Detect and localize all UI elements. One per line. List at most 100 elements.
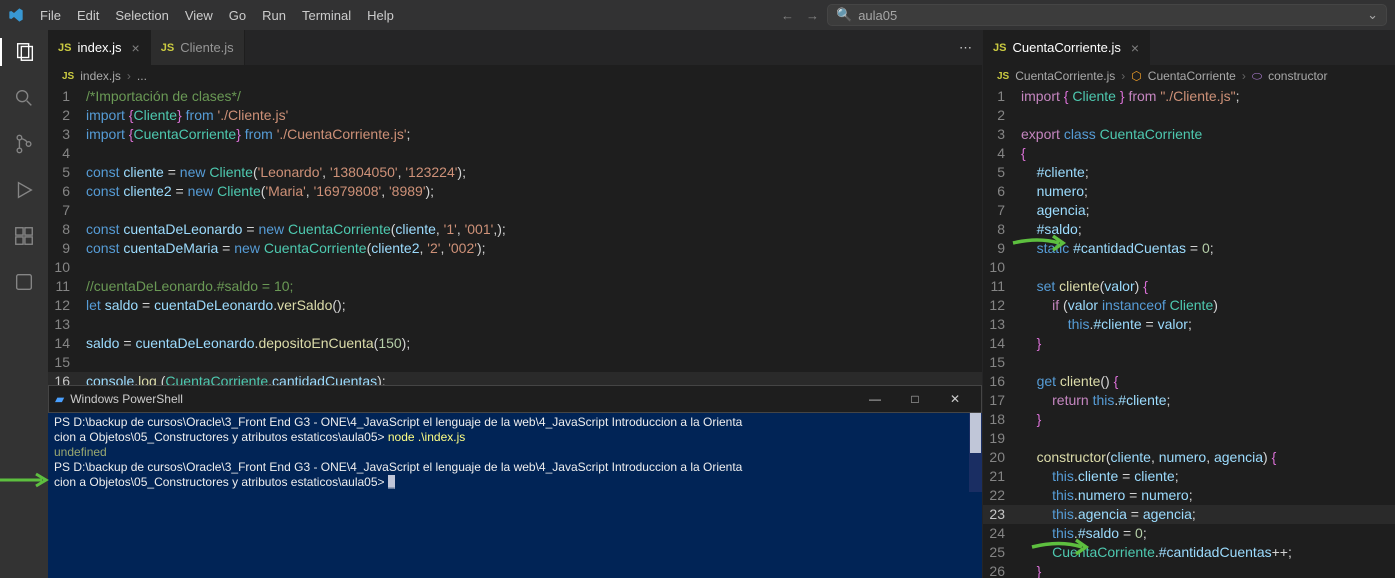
close-icon[interactable]: × — [132, 40, 140, 56]
editor-group-left: JS index.js × JS Cliente.js ⋯ JS index.js › … — [48, 30, 983, 578]
code-line[interactable]: 14 } — [983, 334, 1395, 353]
js-icon: JS — [997, 71, 1009, 82]
terminal-maximize[interactable]: □ — [895, 392, 935, 407]
code-line[interactable]: 11//cuentaDeLeonardo.#saldo = 10; — [48, 277, 982, 296]
method-icon: ⬭ — [1252, 69, 1262, 84]
menu-terminal[interactable]: Terminal — [294, 4, 359, 27]
explorer-icon[interactable] — [0, 38, 48, 66]
code-line[interactable]: 10 — [983, 258, 1395, 277]
editor-group-right: JS CuentaCorriente.js × JS CuentaCorriente… — [983, 30, 1395, 578]
close-icon[interactable]: × — [1131, 40, 1139, 56]
nav-forward-icon[interactable]: → — [806, 8, 819, 23]
code-line[interactable]: 4{ — [983, 144, 1395, 163]
nav-back-icon[interactable]: ← — [781, 8, 794, 23]
code-line[interactable]: 13 this.#cliente = valor; — [983, 315, 1395, 334]
misc-icon[interactable] — [10, 268, 38, 296]
tab[interactable]: JS CuentaCorriente.js × — [983, 30, 1150, 65]
code-line[interactable]: 2 — [983, 106, 1395, 125]
menu-edit[interactable]: Edit — [69, 4, 107, 27]
search-icon[interactable] — [10, 84, 38, 112]
terminal-title: Windows PowerShell — [70, 392, 183, 407]
tab-label: Cliente.js — [180, 40, 233, 55]
class-icon: ⬡ — [1131, 69, 1141, 83]
code-line[interactable]: 11 set cliente(valor) { — [983, 277, 1395, 296]
code-line[interactable]: 10 — [48, 258, 982, 277]
code-line[interactable]: 18 } — [983, 410, 1395, 429]
code-line[interactable]: 6 numero; — [983, 182, 1395, 201]
extensions-icon[interactable] — [10, 222, 38, 250]
terminal-titlebar[interactable]: ▰ Windows PowerShell — □ ✕ — [48, 385, 982, 413]
code-line[interactable]: 12let saldo = cuentaDeLeonardo.verSaldo(… — [48, 296, 982, 315]
code-line[interactable]: 24 this.#saldo = 0; — [983, 524, 1395, 543]
command-search[interactable]: 🔍 aula05 ⌄ — [827, 4, 1387, 26]
breadcrumb-method: constructor — [1268, 69, 1327, 83]
code-line[interactable]: 15 — [48, 353, 982, 372]
js-icon: JS — [58, 42, 71, 54]
code-line[interactable]: 25 CuentaCorriente.#cantidadCuentas++; — [983, 543, 1395, 562]
tab[interactable]: JS Cliente.js — [151, 30, 245, 65]
code-line[interactable]: 15 — [983, 353, 1395, 372]
vscode-icon — [8, 7, 24, 23]
menu-selection[interactable]: Selection — [107, 4, 176, 27]
code-line[interactable]: 4 — [48, 144, 982, 163]
search-text: aula05 — [858, 8, 897, 23]
run-debug-icon[interactable] — [10, 176, 38, 204]
menu-go[interactable]: Go — [221, 4, 254, 27]
breadcrumb-class: CuentaCorriente — [1148, 69, 1236, 83]
breadcrumb-rest: ... — [137, 69, 147, 83]
code-line[interactable]: 17 return this.#cliente; — [983, 391, 1395, 410]
code-line[interactable]: 22 this.numero = numero; — [983, 486, 1395, 505]
code-line[interactable]: 5const cliente = new Cliente('Leonardo',… — [48, 163, 982, 182]
code-line[interactable]: 7 — [48, 201, 982, 220]
tab[interactable]: JS index.js × — [48, 30, 151, 65]
activity-bar — [0, 30, 48, 578]
menu-view[interactable]: View — [177, 4, 221, 27]
search-icon: 🔍 — [836, 7, 852, 23]
breadcrumb-left[interactable]: JS index.js › ... — [48, 65, 982, 87]
code-line[interactable]: 14saldo = cuentaDeLeonardo.depositoEnCue… — [48, 334, 982, 353]
code-line[interactable]: 19 — [983, 429, 1395, 448]
tabs-overflow-icon[interactable]: ⋯ — [959, 40, 972, 56]
code-line[interactable]: 21 this.cliente = cliente; — [983, 467, 1395, 486]
tab-label: CuentaCorriente.js — [1012, 40, 1120, 55]
breadcrumb-file: index.js — [80, 69, 121, 83]
breadcrumb-right[interactable]: JS CuentaCorriente.js › ⬡ CuentaCorrient… — [983, 65, 1395, 87]
source-control-icon[interactable] — [10, 130, 38, 158]
js-icon: JS — [161, 42, 174, 54]
menu-file[interactable]: File — [32, 4, 69, 27]
code-line[interactable]: 9const cuentaDeMaria = new CuentaCorrien… — [48, 239, 982, 258]
code-line[interactable]: 8 #saldo; — [983, 220, 1395, 239]
code-line[interactable]: 8const cuentaDeLeonardo = new CuentaCorr… — [48, 220, 982, 239]
tab-label: index.js — [77, 40, 121, 55]
terminal-body[interactable]: PS D:\backup de cursos\Oracle\3_Front En… — [48, 413, 982, 492]
powershell-icon: ▰ — [55, 392, 64, 407]
menu-help[interactable]: Help — [359, 4, 402, 27]
code-line[interactable]: 13 — [48, 315, 982, 334]
code-line[interactable]: 23 this.agencia = agencia; — [983, 505, 1395, 524]
code-line[interactable]: 26 } — [983, 562, 1395, 578]
code-line[interactable]: 6const cliente2 = new Cliente('Maria', '… — [48, 182, 982, 201]
code-line[interactable]: 3export class CuentaCorriente — [983, 125, 1395, 144]
code-line[interactable]: 2import {Cliente} from './Cliente.js' — [48, 106, 982, 125]
breadcrumb-sep: › — [127, 69, 131, 83]
breadcrumb-file: CuentaCorriente.js — [1015, 69, 1115, 83]
js-icon: JS — [993, 42, 1006, 54]
nav-arrows: ← → — [781, 8, 819, 23]
terminal-minimize[interactable]: — — [855, 392, 895, 407]
code-line[interactable]: 9 static #cantidadCuentas = 0; — [983, 239, 1395, 258]
code-line[interactable]: 1/*Importación de clases*/ — [48, 87, 982, 106]
terminal-scrollbar[interactable] — [969, 413, 982, 492]
terminal-close[interactable]: ✕ — [935, 392, 975, 407]
code-line[interactable]: 16 get cliente() { — [983, 372, 1395, 391]
terminal-panel: ▰ Windows PowerShell — □ ✕ PS D:\backup … — [48, 385, 982, 578]
code-line[interactable]: 1import { Cliente } from "./Cliente.js"; — [983, 87, 1395, 106]
chevron-down-icon: ⌄ — [1367, 7, 1378, 23]
tabs-right: JS CuentaCorriente.js × — [983, 30, 1395, 65]
code-line[interactable]: 3import {CuentaCorriente} from './Cuenta… — [48, 125, 982, 144]
code-editor-right[interactable]: 1import { Cliente } from "./Cliente.js";… — [983, 87, 1395, 578]
code-line[interactable]: 12 if (valor instanceof Cliente) — [983, 296, 1395, 315]
code-line[interactable]: 20 constructor(cliente, numero, agencia)… — [983, 448, 1395, 467]
code-line[interactable]: 7 agencia; — [983, 201, 1395, 220]
code-line[interactable]: 5 #cliente; — [983, 163, 1395, 182]
menu-run[interactable]: Run — [254, 4, 294, 27]
